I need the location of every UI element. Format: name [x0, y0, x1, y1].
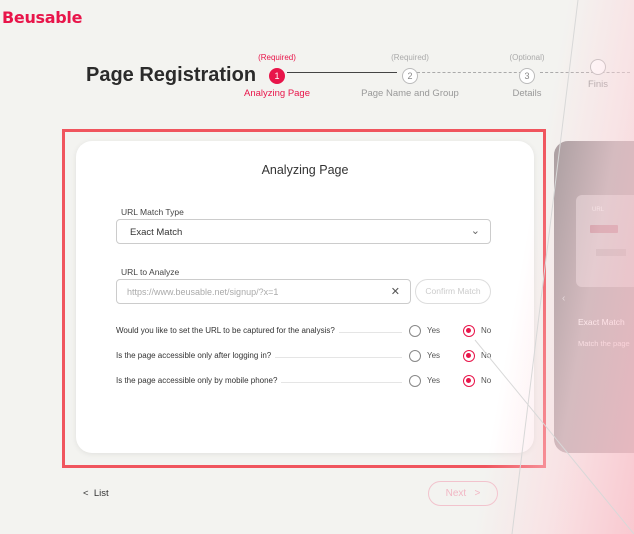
step-number: 1 [269, 68, 285, 84]
step-details[interactable]: (Optional) 3 Details [472, 53, 582, 99]
preview-url-label: URL [592, 207, 605, 213]
step-requirement: (Required) [391, 53, 429, 62]
chevron-left-icon: < [83, 488, 89, 499]
preview-description: Match the page [578, 339, 630, 348]
step-analyzing-page[interactable]: (Required) 1 Analyzing Page [222, 53, 332, 99]
chevron-right-icon: > [474, 488, 481, 499]
step-label: Details [512, 88, 542, 99]
step-page-name-group[interactable]: (Required) 2 Page Name and Group [355, 53, 465, 99]
brand-logo[interactable]: Beusable [2, 8, 82, 27]
preview-url-highlight [590, 225, 618, 233]
back-to-list-link[interactable]: < List [83, 488, 109, 499]
next-label: Next [445, 488, 467, 499]
step-requirement: (Required) [258, 53, 296, 62]
step-number: 3 [519, 68, 535, 84]
preview-browser-mock [576, 195, 634, 287]
next-button[interactable]: Next > [428, 481, 498, 506]
highlight-frame [62, 129, 546, 468]
step-requirement: (Optional) [509, 53, 545, 62]
step-label: Analyzing Page [243, 88, 311, 99]
step-label: Finis [587, 79, 609, 90]
step-label: Page Name and Group [361, 88, 459, 99]
list-label: List [93, 488, 109, 499]
preview-url-text [596, 249, 626, 256]
step-number: 2 [402, 68, 418, 84]
preview-title: Exact Match [578, 317, 625, 327]
match-type-preview-card: URL ‹ Exact Match Match the page [554, 141, 634, 453]
chevron-left-icon[interactable]: ‹ [562, 293, 565, 304]
step-number [590, 59, 606, 75]
step-finish[interactable]: Finis [568, 53, 628, 90]
